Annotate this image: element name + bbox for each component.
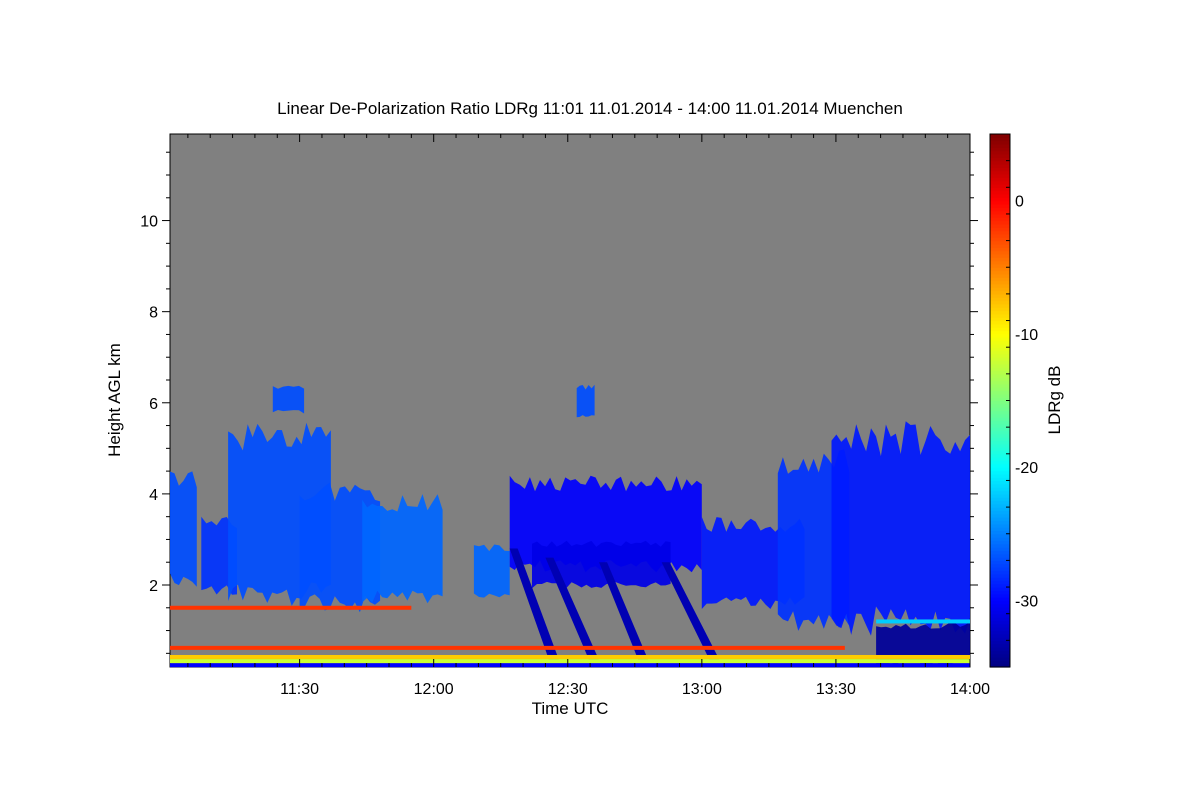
x-tick-label: 13:00 bbox=[682, 681, 722, 698]
x-tick-label: 14:00 bbox=[950, 681, 990, 698]
x-tick-label: 12:30 bbox=[548, 681, 588, 698]
low-layer bbox=[170, 605, 412, 610]
colorbar-tick-label: -20 bbox=[1015, 460, 1038, 477]
cloud-region bbox=[473, 544, 510, 598]
cloud-region bbox=[272, 385, 305, 414]
y-tick-label: 2 bbox=[149, 578, 158, 595]
y-axis-label: Height AGL km bbox=[105, 343, 124, 457]
y-tick-label: 6 bbox=[149, 396, 158, 413]
colorbar-tick-label: -10 bbox=[1015, 327, 1038, 344]
cloud-region bbox=[362, 494, 443, 604]
low-layer bbox=[170, 659, 970, 664]
x-tick-label: 11:30 bbox=[280, 681, 319, 698]
colorbar-segment bbox=[990, 134, 1010, 138]
y-tick-label: 10 bbox=[140, 214, 158, 231]
cloud-region bbox=[576, 384, 595, 418]
colorbar: 0 -10 -20 -30 bbox=[989, 133, 1038, 668]
x-tick-label: 13:30 bbox=[816, 681, 856, 698]
x-tick-label: 12:00 bbox=[414, 681, 454, 698]
colorbar-label: LDRg dB bbox=[1045, 366, 1064, 435]
y-tick-label: 4 bbox=[149, 487, 158, 504]
low-layer bbox=[876, 619, 970, 624]
colorbar-tick-label: 0 bbox=[1015, 194, 1024, 211]
low-layer bbox=[170, 645, 845, 650]
low-layer bbox=[170, 654, 970, 659]
y-tick-label: 8 bbox=[149, 305, 158, 322]
colorbar-tick-label: -30 bbox=[1015, 593, 1038, 610]
x-axis-label: Time UTC bbox=[532, 699, 609, 718]
chart-title: Linear De-Polarization Ratio LDRg 11:01 … bbox=[277, 99, 903, 118]
ldr-chart: Linear De-Polarization Ratio LDRg 11:01 … bbox=[105, 99, 1064, 718]
low-layer bbox=[170, 663, 970, 668]
cloud-region bbox=[170, 471, 197, 587]
